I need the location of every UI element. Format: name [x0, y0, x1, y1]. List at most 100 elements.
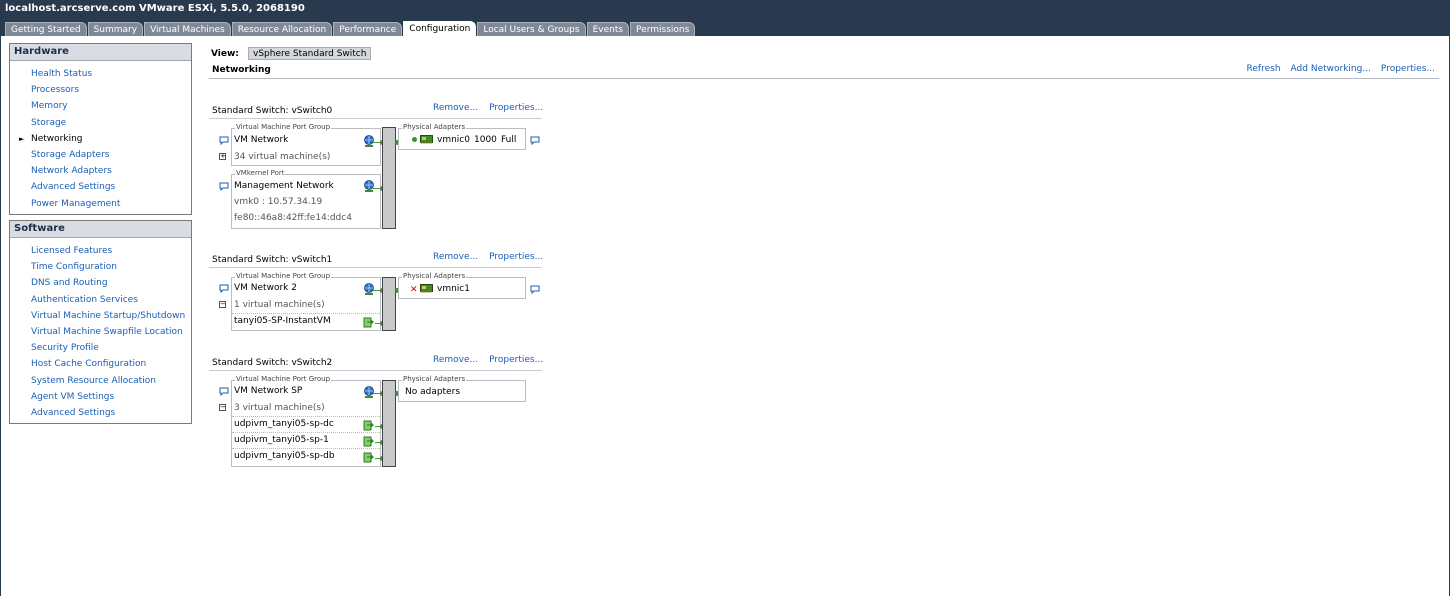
nav-system-resource-allocation[interactable]: System Resource Allocation — [10, 373, 191, 389]
speech-bubble-icon[interactable] — [219, 284, 229, 293]
speech-bubble-icon[interactable] — [530, 285, 540, 294]
vm-separator — [232, 416, 380, 417]
nav-security-profile[interactable]: Security Profile — [10, 340, 191, 356]
nav-agent-vm-settings[interactable]: Agent VM Settings — [10, 389, 191, 405]
nav-health-status[interactable]: Health Status — [10, 66, 191, 82]
network-globe-icon — [364, 135, 374, 147]
vm-port-group[interactable]: Virtual Machine Port Group VM Network 2 … — [231, 272, 381, 331]
nav-licensed-features[interactable]: Licensed Features — [10, 243, 191, 259]
network-card-icon — [420, 284, 433, 293]
group-legend: Physical Adapters — [402, 375, 467, 383]
networking-actions: Refresh Add Networking... Properties... — [1247, 64, 1435, 74]
view-label: View: — [211, 49, 239, 59]
switch-actions: Remove... Properties... — [433, 252, 543, 262]
nav-dns-routing[interactable]: DNS and Routing — [10, 275, 191, 291]
group-legend: Virtual Machine Port Group — [235, 375, 332, 383]
remove-link[interactable]: Remove... — [433, 252, 478, 262]
properties-link[interactable]: Properties... — [1381, 64, 1435, 74]
physical-adapters-group[interactable]: Physical Adapters No adapters — [398, 375, 526, 402]
vm-icon — [363, 420, 374, 431]
remove-link[interactable]: Remove... — [433, 355, 478, 365]
tab-local-users-groups[interactable]: Local Users & Groups — [477, 22, 586, 36]
disconnected-icon: ✕ — [410, 285, 418, 295]
section-divider — [209, 78, 1439, 79]
window-title: localhost.arcserve.com VMware ESXi, 5.5.… — [0, 0, 1450, 18]
speech-bubble-icon[interactable] — [219, 136, 229, 145]
nic-name: vmnic1 — [437, 284, 470, 294]
port-group-name: VM Network SP — [234, 386, 303, 396]
tab-virtual-machines[interactable]: Virtual Machines — [144, 22, 231, 36]
nav-advanced-settings-hw[interactable]: Advanced Settings — [10, 179, 191, 195]
physical-adapters-group[interactable]: Physical Adapters ✕ vmnic1 — [398, 272, 526, 299]
nav-vm-startup-shutdown[interactable]: Virtual Machine Startup/Shutdown — [10, 308, 191, 324]
remove-link[interactable]: Remove... — [433, 103, 478, 113]
vm-name: udpivm_tanyi05-sp-dc — [234, 419, 334, 429]
nav-authentication-services[interactable]: Authentication Services — [10, 292, 191, 308]
tab-bar: Getting Started Summary Virtual Machines… — [0, 18, 1450, 36]
vm-separator — [232, 313, 380, 314]
vmkernel-name: Management Network — [234, 181, 334, 191]
vm-separator — [232, 448, 380, 449]
uplink-connector — [412, 137, 417, 142]
nav-power-management[interactable]: Power Management — [10, 196, 191, 212]
virtual-switch-bar — [382, 277, 396, 331]
switch-title: Standard Switch: vSwitch0 — [212, 106, 333, 116]
add-networking-link[interactable]: Add Networking... — [1291, 64, 1371, 74]
configuration-content: Hardware Health Status Processors Memory… — [0, 36, 1450, 596]
vmkernel-ip: vmk0 : 10.57.34.19 — [234, 197, 323, 207]
group-legend: Physical Adapters — [402, 272, 467, 280]
nav-processors[interactable]: Processors — [10, 82, 191, 98]
nav-storage-adapters[interactable]: Storage Adapters — [10, 147, 191, 163]
tab-permissions[interactable]: Permissions — [630, 22, 696, 36]
view-selector[interactable]: vSphere Standard Switch — [248, 47, 372, 60]
nav-network-adapters[interactable]: Network Adapters — [10, 163, 191, 179]
vmkernel-port-group[interactable]: VMkernel Port Management Network vmk0 : … — [231, 169, 381, 229]
tab-summary[interactable]: Summary — [87, 22, 144, 36]
vm-port-group[interactable]: Virtual Machine Port Group VM Network SP… — [231, 375, 381, 467]
switch-properties-link[interactable]: Properties... — [489, 103, 543, 113]
port-group-name: VM Network 2 — [234, 283, 297, 293]
software-panel: Software Licensed Features Time Configur… — [9, 220, 192, 425]
nav-host-cache-configuration[interactable]: Host Cache Configuration — [10, 356, 191, 372]
nav-advanced-settings-sw[interactable]: Advanced Settings — [10, 405, 191, 421]
vm-separator — [232, 432, 380, 433]
network-card-icon — [420, 135, 433, 144]
network-globe-icon — [364, 386, 374, 398]
nav-networking-label: Networking — [31, 133, 83, 144]
refresh-link[interactable]: Refresh — [1247, 64, 1281, 74]
switch-actions: Remove... Properties... — [433, 355, 543, 365]
vm-name: udpivm_tanyi05-sp-db — [234, 451, 335, 461]
vm-icon — [363, 452, 374, 463]
tab-resource-allocation[interactable]: Resource Allocation — [231, 22, 333, 36]
tab-performance[interactable]: Performance — [333, 22, 403, 36]
tab-configuration[interactable]: Configuration — [403, 21, 477, 36]
speech-bubble-icon[interactable] — [219, 182, 229, 191]
nav-storage[interactable]: Storage — [10, 115, 191, 131]
switch-properties-link[interactable]: Properties... — [489, 252, 543, 262]
port-group-name: VM Network — [234, 135, 289, 145]
switch-divider — [209, 118, 542, 119]
group-legend: Virtual Machine Port Group — [235, 272, 332, 280]
virtual-switch-bar — [382, 127, 396, 229]
vm-port-group[interactable]: Virtual Machine Port Group VM Network 34… — [231, 123, 381, 166]
tab-getting-started[interactable]: Getting Started — [5, 22, 87, 36]
group-legend: Virtual Machine Port Group — [235, 123, 332, 131]
nav-memory[interactable]: Memory — [10, 98, 191, 114]
nav-networking[interactable]: ► Networking — [10, 131, 191, 147]
section-title: Networking — [212, 65, 271, 75]
nav-time-configuration[interactable]: Time Configuration — [10, 259, 191, 275]
no-adapters-label: No adapters — [405, 387, 461, 397]
nav-vm-swapfile-location[interactable]: Virtual Machine Swapfile Location — [10, 324, 191, 340]
collapse-icon[interactable]: − — [219, 404, 226, 411]
hardware-header: Hardware — [10, 44, 191, 61]
tab-events[interactable]: Events — [586, 22, 630, 36]
expand-icon[interactable]: + — [219, 153, 226, 160]
collapse-icon[interactable]: − — [219, 301, 226, 308]
vm-name: udpivm_tanyi05-sp-1 — [234, 435, 329, 445]
switch-properties-link[interactable]: Properties... — [489, 355, 543, 365]
speech-bubble-icon[interactable] — [530, 136, 540, 145]
vmkernel-ipv6: fe80::46a8:42ff:fe14:ddc4 — [234, 213, 352, 223]
physical-adapters-group[interactable]: Physical Adapters vmnic0 1000 Full — [398, 123, 526, 150]
network-globe-icon — [364, 283, 374, 295]
speech-bubble-icon[interactable] — [219, 387, 229, 396]
